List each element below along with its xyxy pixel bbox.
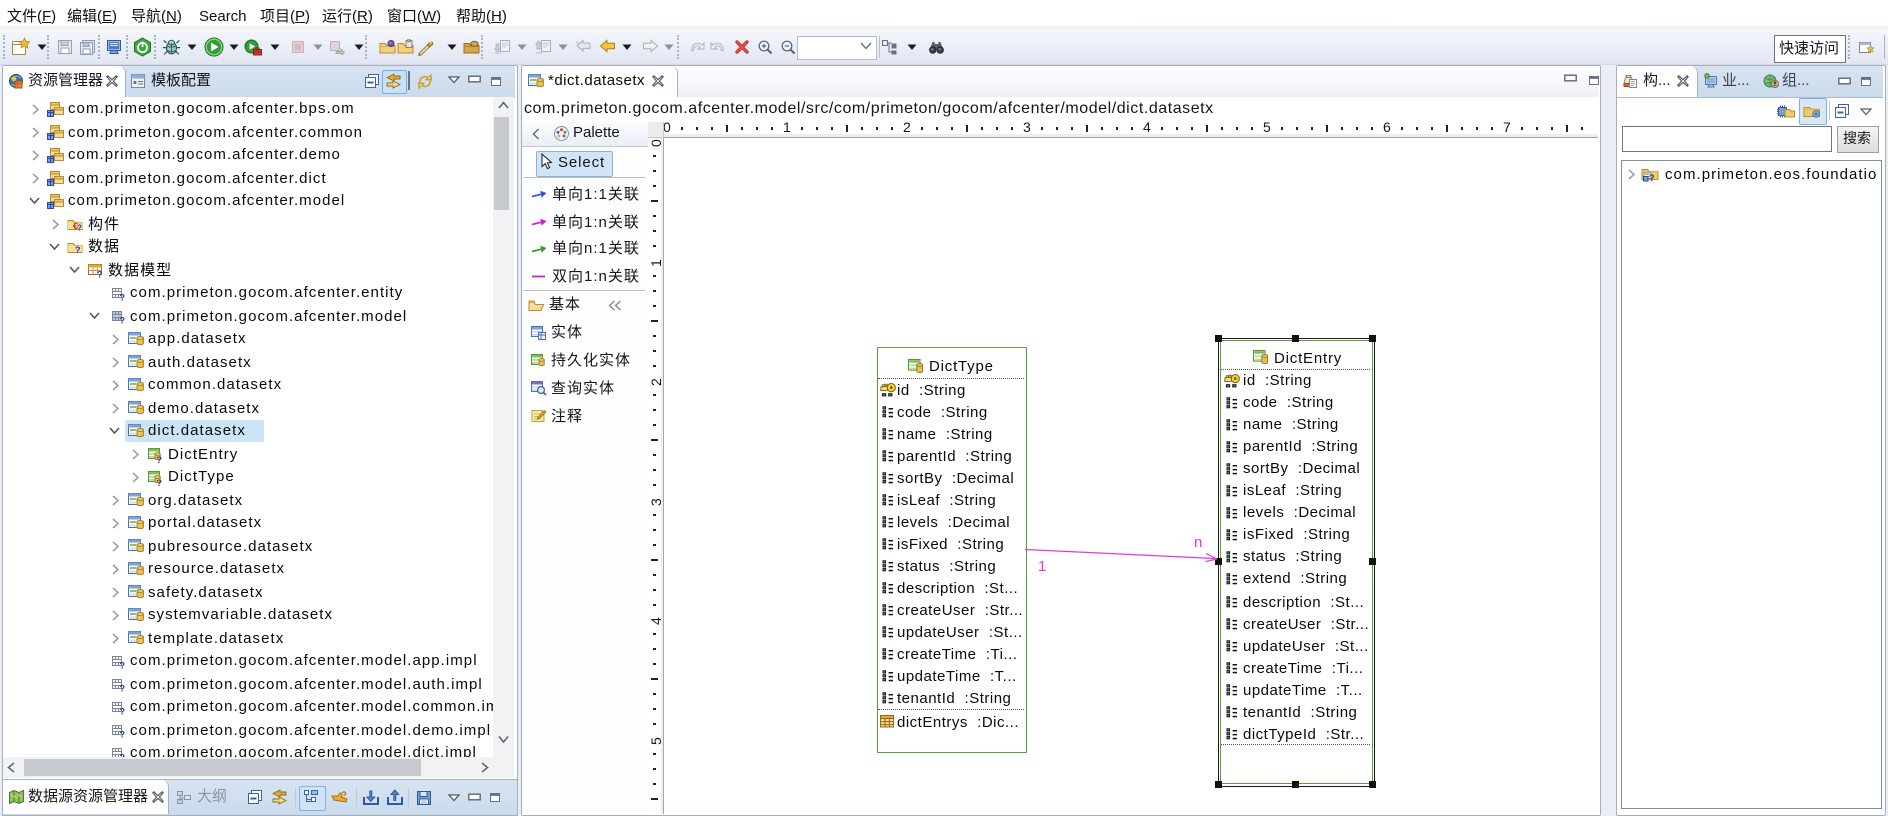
svg-text:?: ? — [120, 316, 126, 325]
svg-text:?: ? — [156, 455, 162, 463]
svg-text:?: ? — [120, 293, 126, 302]
svg-text:?: ? — [120, 684, 126, 693]
svg-text:?: ? — [77, 224, 82, 233]
svg-text:?: ? — [1649, 173, 1655, 182]
svg-text:?: ? — [156, 478, 162, 486]
svg-text:?: ? — [75, 245, 81, 255]
svg-text:?: ? — [120, 730, 126, 739]
svg-text:?: ? — [120, 707, 126, 716]
svg-text:?: ? — [120, 661, 126, 670]
svg-text:?: ? — [97, 270, 103, 279]
